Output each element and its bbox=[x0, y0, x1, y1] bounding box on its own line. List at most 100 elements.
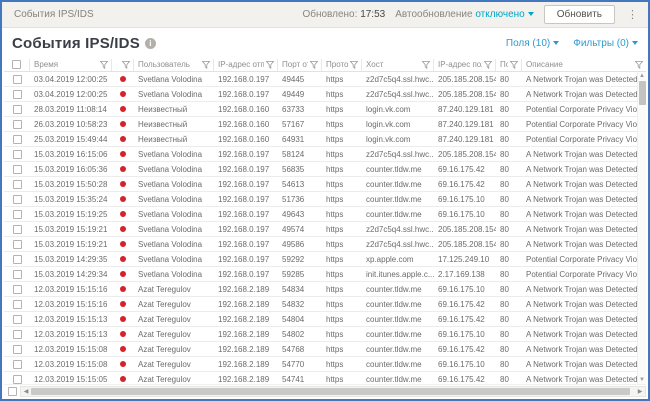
scroll-up-icon[interactable]: ▲ bbox=[639, 72, 645, 80]
filter-icon[interactable] bbox=[100, 60, 108, 69]
cell-protocol: https bbox=[326, 284, 344, 294]
refresh-button[interactable]: Обновить bbox=[543, 5, 615, 24]
column-header-dst-port[interactable]: Порт ... bbox=[496, 58, 522, 71]
cell-time: 15.03.2019 15:19:25 bbox=[34, 209, 108, 219]
scroll-right-icon[interactable]: ▶ bbox=[635, 388, 645, 395]
table-row[interactable]: 12.03.2019 15:15:16 Azat Teregulov 192.1… bbox=[4, 282, 637, 297]
table-row[interactable]: 12.03.2019 15:15:08 Azat Teregulov 192.1… bbox=[4, 357, 637, 372]
table-row[interactable]: 12.03.2019 15:15:16 Azat Teregulov 192.1… bbox=[4, 297, 637, 312]
row-checkbox[interactable] bbox=[12, 269, 22, 279]
column-header-src-port[interactable]: Порт отправит... bbox=[278, 58, 322, 71]
column-header-dst-ip[interactable]: IP-адрес получат... bbox=[434, 58, 496, 71]
table-row[interactable]: 15.03.2019 16:05:36 Svetlana Volodina 19… bbox=[4, 162, 637, 177]
row-checkbox[interactable] bbox=[7, 386, 17, 396]
vertical-scrollbar[interactable]: ▲ ▼ bbox=[637, 72, 646, 384]
cell-dst-port: 80 bbox=[500, 74, 509, 84]
filter-icon[interactable] bbox=[122, 60, 130, 69]
column-header-description[interactable]: Описание bbox=[522, 59, 646, 71]
table-row[interactable]: 15.03.2019 14:29:35 Svetlana Volodina 19… bbox=[4, 252, 637, 267]
horizontal-scrollbar-thumb[interactable] bbox=[31, 387, 631, 395]
row-checkbox[interactable] bbox=[12, 314, 22, 324]
table-row[interactable]: 12.03.2019 15:15:08 Azat Teregulov 192.1… bbox=[4, 342, 637, 357]
table-row[interactable]: 26.03.2019 10:58:23 Неизвестный 192.168.… bbox=[4, 117, 637, 132]
row-checkbox-cell bbox=[4, 237, 30, 252]
info-icon[interactable]: i bbox=[144, 37, 156, 49]
autorefresh-control[interactable]: Автообновление отключено bbox=[395, 9, 534, 20]
table-row[interactable]: 28.03.2019 11:08:14 Неизвестный 192.168.… bbox=[4, 102, 637, 117]
row-checkbox[interactable] bbox=[12, 299, 22, 309]
filter-icon[interactable] bbox=[202, 60, 210, 69]
cell-time: 15.03.2019 14:29:35 bbox=[34, 254, 108, 264]
table-row[interactable]: 15.03.2019 16:15:06 Svetlana Volodina 19… bbox=[4, 147, 637, 162]
table-row[interactable]: 15.03.2019 15:35:24 Svetlana Volodina 19… bbox=[4, 192, 637, 207]
scroll-down-icon[interactable]: ▼ bbox=[639, 376, 645, 384]
row-checkbox[interactable] bbox=[12, 284, 22, 294]
column-header-protocol[interactable]: Проток... bbox=[322, 58, 362, 71]
cell-src-port: 54804 bbox=[282, 314, 305, 324]
scroll-left-icon[interactable]: ◀ bbox=[21, 388, 31, 395]
cell-host: counter.tldw.me bbox=[366, 344, 422, 354]
filter-icon[interactable] bbox=[266, 60, 274, 69]
cell-dst-ip: 87.240.129.181 bbox=[438, 134, 494, 144]
table-row[interactable]: 15.03.2019 15:19:25 Svetlana Volodina 19… bbox=[4, 207, 637, 222]
filter-icon[interactable] bbox=[350, 60, 358, 69]
row-checkbox[interactable] bbox=[12, 374, 22, 384]
row-checkbox[interactable] bbox=[12, 179, 22, 189]
column-header-user[interactable]: Пользователь bbox=[134, 58, 214, 71]
cell-src-port: 64931 bbox=[282, 134, 305, 144]
column-header-src-ip[interactable]: IP-адрес отпра... bbox=[214, 58, 278, 71]
column-header-host[interactable]: Хост bbox=[362, 58, 434, 71]
fields-dropdown[interactable]: Поля (10) bbox=[506, 38, 560, 49]
filters-dropdown[interactable]: Фильтры (0) bbox=[573, 38, 638, 49]
row-checkbox[interactable] bbox=[12, 104, 22, 114]
column-header-status[interactable] bbox=[112, 58, 134, 71]
row-checkbox[interactable] bbox=[12, 254, 22, 264]
row-checkbox[interactable] bbox=[12, 239, 22, 249]
table-row[interactable]: 15.03.2019 14:29:34 Svetlana Volodina 19… bbox=[4, 267, 637, 282]
cell-host: xp.apple.com bbox=[366, 254, 414, 264]
severity-dot-icon bbox=[120, 151, 126, 157]
column-header-time[interactable]: Время bbox=[30, 58, 112, 71]
autorefresh-value[interactable]: отключено bbox=[475, 9, 524, 20]
row-checkbox[interactable] bbox=[12, 164, 22, 174]
select-all-checkbox[interactable] bbox=[12, 60, 21, 69]
table-row[interactable]: 03.04.2019 12:00:25 Svetlana Volodina 19… bbox=[4, 72, 637, 87]
row-checkbox[interactable] bbox=[12, 149, 22, 159]
filter-icon[interactable] bbox=[484, 60, 492, 69]
filter-icon[interactable] bbox=[310, 60, 318, 69]
horizontal-scrollbar[interactable]: ◀ ▶ bbox=[20, 385, 646, 397]
table-row[interactable]: 03.04.2019 12:00:25 Svetlana Volodina 19… bbox=[4, 87, 637, 102]
row-checkbox[interactable] bbox=[12, 209, 22, 219]
vertical-scrollbar-thumb[interactable] bbox=[638, 81, 646, 105]
cell-src-ip: 192.168.0.197 bbox=[218, 254, 270, 264]
cell-src-ip: 192.168.0.197 bbox=[218, 179, 270, 189]
row-checkbox[interactable] bbox=[12, 359, 22, 369]
table-row[interactable]: 12.03.2019 15:15:13 Azat Teregulov 192.1… bbox=[4, 312, 637, 327]
cell-dst-port: 80 bbox=[500, 149, 509, 159]
table-row[interactable]: 12.03.2019 15:15:13 Azat Teregulov 192.1… bbox=[4, 327, 637, 342]
table-row[interactable]: 25.03.2019 15:49:44 Неизвестный 192.168.… bbox=[4, 132, 637, 147]
filter-icon[interactable] bbox=[422, 60, 430, 69]
row-checkbox[interactable] bbox=[12, 194, 22, 204]
cell-src-port: 49449 bbox=[282, 89, 305, 99]
cell-description: Potential Corporate Privacy Violation bbox=[526, 104, 637, 114]
breadcrumb[interactable]: События IPS/IDS bbox=[14, 9, 94, 20]
row-checkbox[interactable] bbox=[12, 344, 22, 354]
row-checkbox[interactable] bbox=[12, 89, 22, 99]
row-checkbox[interactable] bbox=[12, 134, 22, 144]
kebab-menu-icon[interactable]: ⋮ bbox=[625, 8, 640, 21]
filter-icon[interactable] bbox=[510, 60, 518, 69]
table-row[interactable]: 15.03.2019 15:50:28 Svetlana Volodina 19… bbox=[4, 177, 637, 192]
cell-src-ip: 192.168.0.197 bbox=[218, 164, 270, 174]
row-checkbox[interactable] bbox=[12, 74, 22, 84]
row-checkbox-cell bbox=[4, 222, 30, 237]
filter-icon[interactable] bbox=[635, 60, 643, 69]
cell-status bbox=[112, 237, 134, 252]
row-checkbox[interactable] bbox=[12, 119, 22, 129]
table-row[interactable]: 15.03.2019 15:19:21 Svetlana Volodina 19… bbox=[4, 237, 637, 252]
table-row[interactable]: 15.03.2019 15:19:21 Svetlana Volodina 19… bbox=[4, 222, 637, 237]
row-checkbox[interactable] bbox=[12, 329, 22, 339]
cell-protocol: https bbox=[326, 254, 344, 264]
severity-dot-icon bbox=[120, 241, 126, 247]
row-checkbox[interactable] bbox=[12, 224, 22, 234]
